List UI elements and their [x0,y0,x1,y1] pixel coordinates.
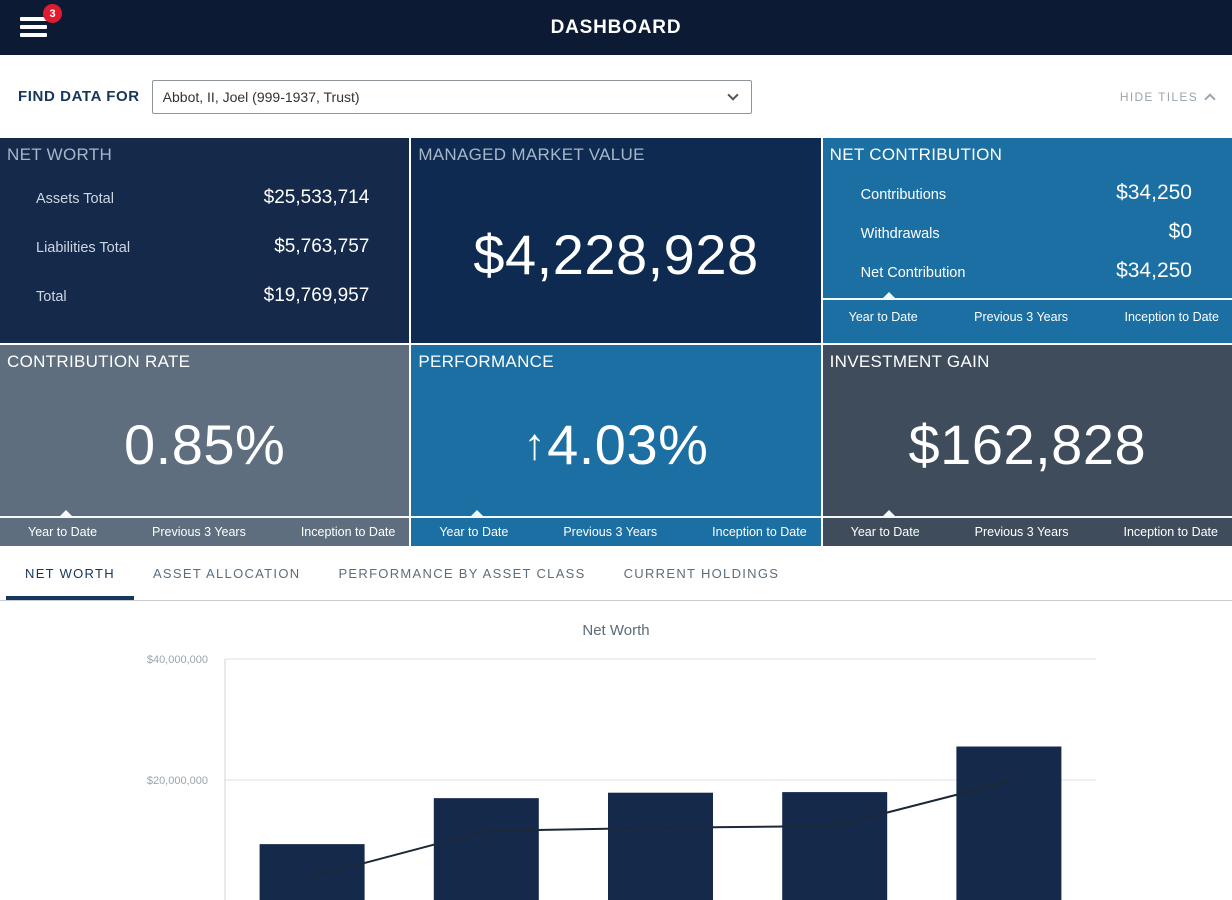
page-title: DASHBOARD [551,17,682,39]
tile-investment-gain: INVESTMENT GAIN $162,828 Year to Date Pr… [823,345,1232,546]
client-selector-value: Abbot, II, Joel (999-1937, Trust) [163,89,360,105]
hide-tiles-button[interactable]: HIDE TILES [1120,90,1214,104]
active-period-indicator [883,510,895,516]
row-label: Total [36,289,67,305]
tile-contribution-rate: CONTRIBUTION RATE 0.85% Year to Date Pre… [0,345,409,546]
row-value: $19,769,957 [264,285,370,307]
notification-badge: 3 [43,4,62,23]
period-selector: Year to Date Previous 3 Years Inception … [0,516,409,546]
period-year-to-date[interactable]: Year to Date [851,525,920,539]
net-worth-chart-section: Net Worth $40,000,000 $20,000,000 [0,601,1232,900]
top-bar: 3 DASHBOARD [0,0,1232,55]
investment-gain-value: $162,828 [909,412,1147,477]
tile-managed-market-value: MANAGED MARKET VALUE $4,228,928 [411,138,820,343]
table-row: Assets Total $25,533,714 [0,187,409,209]
period-inception-to-date[interactable]: Inception to Date [712,525,807,539]
tab-asset-allocation[interactable]: ASSET ALLOCATION [134,546,319,600]
bar [608,793,713,900]
tile-net-worth: NET WORTH Assets Total $25,533,714 Liabi… [0,138,409,343]
tile-title: MANAGED MARKET VALUE [411,138,820,165]
period-selector: Year to Date Previous 3 Years Inception … [411,516,820,546]
period-year-to-date[interactable]: Year to Date [28,525,97,539]
find-data-bar: FIND DATA FOR Abbot, II, Joel (999-1937,… [0,55,1232,138]
contribution-rate-value: 0.85% [124,412,285,477]
tile-body: $162,828 [823,372,1232,516]
tile-title: INVESTMENT GAIN [823,345,1232,372]
tile-body: $4,228,928 [411,165,820,343]
y-tick-label: $40,000,000 [147,654,208,666]
tab-current-holdings[interactable]: CURRENT HOLDINGS [605,546,799,600]
chart-title: Net Worth [0,622,1232,639]
period-previous-3-years[interactable]: Previous 3 Years [563,525,657,539]
net-worth-rows: Assets Total $25,533,714 Liabilities Tot… [0,187,409,334]
table-row: Net Contribution $34,250 [823,259,1232,283]
row-value: $0 [1169,220,1192,244]
period-previous-3-years[interactable]: Previous 3 Years [152,525,246,539]
dashboard-app: 3 DASHBOARD FIND DATA FOR Abbot, II, Joe… [0,0,1232,900]
y-tick-label: $20,000,000 [147,775,208,787]
hide-tiles-label: HIDE TILES [1120,90,1198,104]
table-row: Total $19,769,957 [0,285,409,307]
table-row: Liabilities Total $5,763,757 [0,236,409,258]
period-previous-3-years[interactable]: Previous 3 Years [974,310,1068,324]
bar [782,792,887,900]
active-period-indicator [883,292,895,298]
row-value: $5,763,757 [274,236,369,258]
row-value: $25,533,714 [264,187,370,209]
up-arrow-icon: ↑ [524,420,547,469]
row-value: $34,250 [1116,259,1192,283]
tile-title: PERFORMANCE [411,345,820,372]
bar [260,844,365,900]
tile-grid: NET WORTH Assets Total $25,533,714 Liabi… [0,138,1232,546]
period-selector: Year to Date Previous 3 Years Inception … [823,298,1232,333]
row-label: Contributions [861,187,946,203]
performance-number: 4.03% [547,413,708,476]
managed-market-value: $4,228,928 [473,222,758,287]
tile-body: 0.85% [0,372,409,516]
row-value: $34,250 [1116,181,1192,205]
period-year-to-date[interactable]: Year to Date [849,310,918,324]
bar [434,798,539,900]
tile-title: NET WORTH [0,138,409,165]
period-inception-to-date[interactable]: Inception to Date [1124,310,1219,324]
period-previous-3-years[interactable]: Previous 3 Years [975,525,1069,539]
tile-body: ↑4.03% [411,372,820,516]
table-row: Contributions $34,250 [823,181,1232,205]
period-inception-to-date[interactable]: Inception to Date [301,525,396,539]
row-label: Withdrawals [861,226,940,242]
net-worth-chart: $40,000,000 $20,000,000 [0,601,1232,900]
find-data-label: FIND DATA FOR [18,88,140,105]
performance-value: ↑4.03% [524,412,709,477]
bar [956,747,1061,900]
client-selector[interactable]: Abbot, II, Joel (999-1937, Trust) [152,80,752,114]
row-label: Net Contribution [861,265,966,281]
row-label: Liabilities Total [36,240,130,256]
tab-net-worth[interactable]: NET WORTH [6,546,134,600]
section-tab-bar: NET WORTH ASSET ALLOCATION PERFORMANCE B… [0,546,1232,601]
tile-title: CONTRIBUTION RATE [0,345,409,372]
period-year-to-date[interactable]: Year to Date [439,525,508,539]
tab-performance-by-asset-class[interactable]: PERFORMANCE BY ASSET CLASS [319,546,604,600]
row-label: Assets Total [36,191,114,207]
chevron-up-icon [1204,93,1215,104]
net-contribution-rows: Contributions $34,250 Withdrawals $0 Net… [823,181,1232,298]
active-period-indicator [471,510,483,516]
chevron-down-icon [727,89,738,100]
table-row: Withdrawals $0 [823,220,1232,244]
tile-net-contribution: NET CONTRIBUTION Contributions $34,250 W… [823,138,1232,343]
menu-button[interactable]: 3 [20,13,54,43]
tile-performance: PERFORMANCE ↑4.03% Year to Date Previous… [411,345,820,546]
period-selector: Year to Date Previous 3 Years Inception … [823,516,1232,546]
period-inception-to-date[interactable]: Inception to Date [1123,525,1218,539]
active-period-indicator [60,510,72,516]
tile-title: NET CONTRIBUTION [823,138,1232,165]
